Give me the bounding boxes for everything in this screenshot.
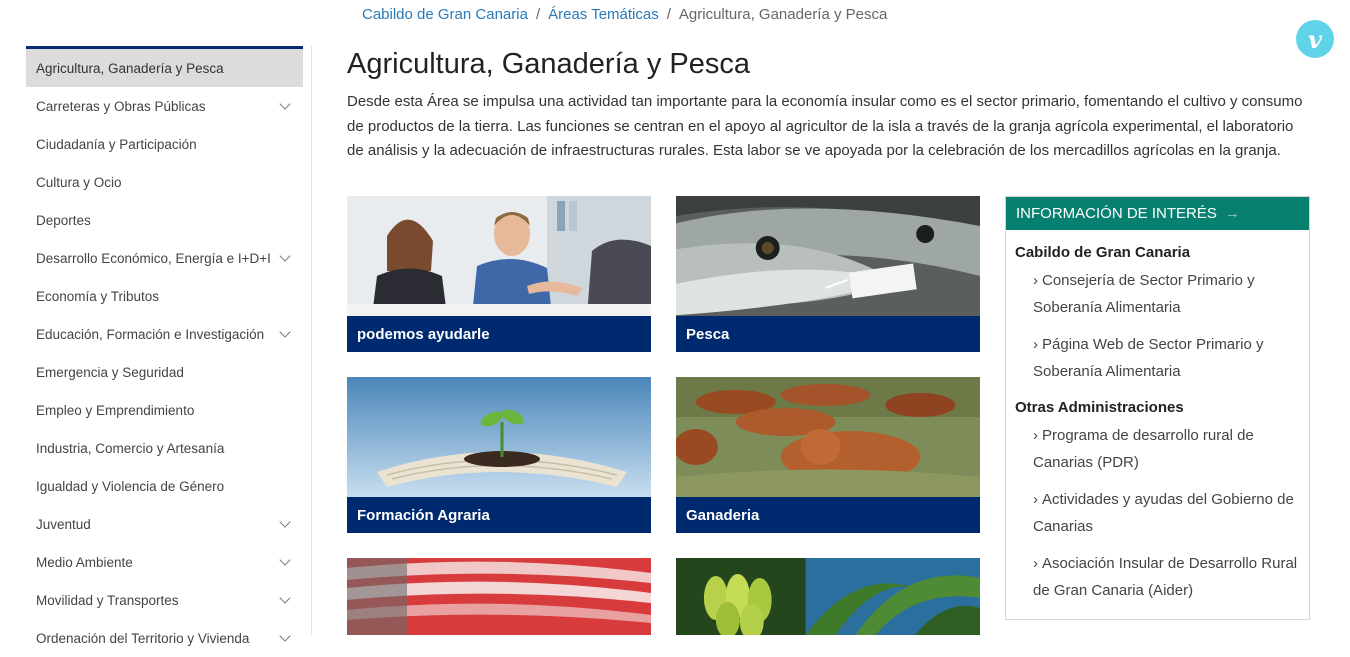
sidebar-item-cultura[interactable]: Cultura y Ocio (26, 163, 303, 201)
chevron-right-icon: › (1033, 555, 1038, 572)
info-panel: INFORMACIÓN DE INTERÉS → Cabildo de Gran … (1005, 196, 1310, 620)
info-link[interactable]: › Consejería de Sector Primario y Soberan… (1033, 267, 1309, 321)
card-podemos-ayudarle[interactable]: podemos ayudarle (347, 196, 651, 352)
chevron-down-icon[interactable] (279, 592, 291, 604)
info-link[interactable]: › Página Web de Sector Primario y Soberan… (1033, 331, 1309, 385)
breadcrumb: Cabildo de Gran Canaria / Áreas Temáticas /… (362, 6, 887, 23)
chevron-down-icon[interactable] (279, 630, 291, 642)
info-link[interactable]: › Asociación Insular de Desarrollo Rural … (1033, 550, 1309, 604)
sidebar-item-label: Carreteras y Obras Públicas (36, 98, 206, 114)
business-handshake-photo (347, 196, 651, 316)
arrow-right-icon: → (1224, 205, 1240, 222)
sidebar-item-movilidad[interactable]: Movilidad y Transportes (26, 581, 303, 619)
sidebar-item-deportes[interactable]: Deportes (26, 201, 303, 239)
section-title-otras: Otras Administraciones (1015, 399, 1184, 416)
info-panel-header[interactable]: INFORMACIÓN DE INTERÉS → (1006, 197, 1309, 230)
chevron-down-icon[interactable] (279, 98, 291, 110)
sidebar-item-carreteras[interactable]: Carreteras y Obras Públicas (26, 87, 303, 125)
fish-photo (676, 196, 980, 316)
book-sprout-photo (347, 377, 651, 497)
card-caption: Ganaderia (676, 497, 980, 533)
card-caption: Formación Agraria (347, 497, 651, 533)
chevron-down-icon[interactable] (279, 250, 291, 262)
card-caption: podemos ayudarle (347, 316, 651, 352)
sidebar-nav: Agricultura, Ganadería y Pesca Carretera… (26, 46, 303, 657)
vimeo-label: v (1308, 24, 1322, 54)
info-link-text: Actividades y ayudas del Gobierno de Can… (1033, 491, 1294, 535)
sidebar-item-industria[interactable]: Industria, Comercio y Artesanía (26, 429, 303, 467)
magazines-photo (347, 558, 651, 635)
sidebar-item-ciudadania[interactable]: Ciudadanía y Participación (26, 125, 303, 163)
card-caption: Pesca (676, 316, 980, 352)
chevron-right-icon: › (1033, 427, 1038, 444)
card-pesca[interactable]: Pesca (676, 196, 980, 352)
sidebar-item-label: Educación, Formación e Investigación (36, 326, 265, 342)
sidebar-item-label: Industria, Comercio y Artesanía (36, 440, 225, 456)
sidebar-item-label: Deportes (36, 212, 91, 228)
card-ganaderia[interactable]: Ganaderia (676, 377, 980, 533)
sidebar-item-emergencia[interactable]: Emergencia y Seguridad (26, 353, 303, 391)
info-link-text: Asociación Insular de Desarrollo Rural d… (1033, 555, 1298, 599)
info-panel-title: INFORMACIÓN DE INTERÉS (1016, 205, 1217, 222)
sidebar-item-label: Igualdad y Violencia de Género (36, 478, 225, 494)
info-link-text: Programa de desarrollo rural de Canarias… (1033, 427, 1254, 471)
page-title: Agricultura, Ganadería y Pesca (347, 48, 750, 80)
chevron-right-icon: › (1033, 491, 1038, 508)
info-link-text: Página Web de Sector Primario y Soberaní… (1033, 336, 1264, 380)
sidebar-item-label: Empleo y Emprendimiento (36, 402, 195, 418)
breadcrumb-separator: / (535, 6, 541, 23)
sidebar-divider (311, 46, 312, 635)
card-magazines[interactable] (347, 558, 651, 635)
sidebar-item-medio-ambiente[interactable]: Medio Ambiente (26, 543, 303, 581)
chevron-down-icon[interactable] (279, 326, 291, 338)
cattle-photo (676, 377, 980, 497)
sidebar-item-agricultura[interactable]: Agricultura, Ganadería y Pesca (26, 49, 303, 87)
sidebar-item-label: Juventud (36, 516, 91, 532)
sidebar-item-educacion[interactable]: Educación, Formación e Investigación (26, 315, 303, 353)
bananas-photo (676, 558, 980, 635)
sidebar-item-label: Movilidad y Transportes (36, 592, 179, 608)
vimeo-icon[interactable]: v (1296, 20, 1334, 58)
chevron-right-icon: › (1033, 272, 1038, 289)
info-link-text: Consejería de Sector Primario y Soberaní… (1033, 272, 1255, 316)
sidebar-item-label: Desarrollo Económico, Energía e I+D+I (36, 250, 271, 266)
sidebar-item-juventud[interactable]: Juventud (26, 505, 303, 543)
page-intro: Desde esta Área se impulsa una actividad… (347, 93, 1303, 159)
section-title-cabildo: Cabildo de Gran Canaria (1015, 244, 1191, 261)
sidebar-item-label: Cultura y Ocio (36, 174, 122, 190)
sidebar-item-label: Economía y Tributos (36, 288, 160, 304)
chevron-down-icon[interactable] (279, 516, 291, 528)
sidebar-item-economia[interactable]: Economía y Tributos (26, 277, 303, 315)
card-formacion-agraria[interactable]: Formación Agraria (347, 377, 651, 533)
sidebar-item-label: Agricultura, Ganadería y Pesca (36, 60, 224, 76)
sidebar-item-igualdad[interactable]: Igualdad y Violencia de Género (26, 467, 303, 505)
sidebar-item-label: Ciudadanía y Participación (36, 136, 197, 152)
sidebar-item-label: Medio Ambiente (36, 554, 133, 570)
breadcrumb-current: Agricultura, Ganadería y Pesca (678, 6, 888, 23)
chevron-down-icon[interactable] (279, 554, 291, 566)
breadcrumb-link-areas[interactable]: Áreas Temáticas (548, 6, 659, 23)
info-link[interactable]: › Programa de desarrollo rural de Canaria… (1033, 422, 1309, 476)
sidebar-item-label: Ordenación del Territorio y Vivienda (36, 630, 250, 646)
sidebar-item-empleo[interactable]: Empleo y Emprendimiento (26, 391, 303, 429)
sidebar-item-ordenacion[interactable]: Ordenación del Territorio y Vivienda (26, 619, 303, 657)
breadcrumb-separator: / (666, 6, 671, 23)
chevron-right-icon: › (1033, 336, 1038, 353)
sidebar-item-desarrollo[interactable]: Desarrollo Económico, Energía e I+D+I (26, 239, 303, 277)
breadcrumb-link-cabildo[interactable]: Cabildo de Gran Canaria (362, 6, 528, 23)
sidebar-item-label: Emergencia y Seguridad (36, 364, 184, 380)
card-bananas[interactable] (676, 558, 980, 635)
info-link[interactable]: › Actividades y ayudas del Gobierno de Ca… (1033, 486, 1309, 540)
